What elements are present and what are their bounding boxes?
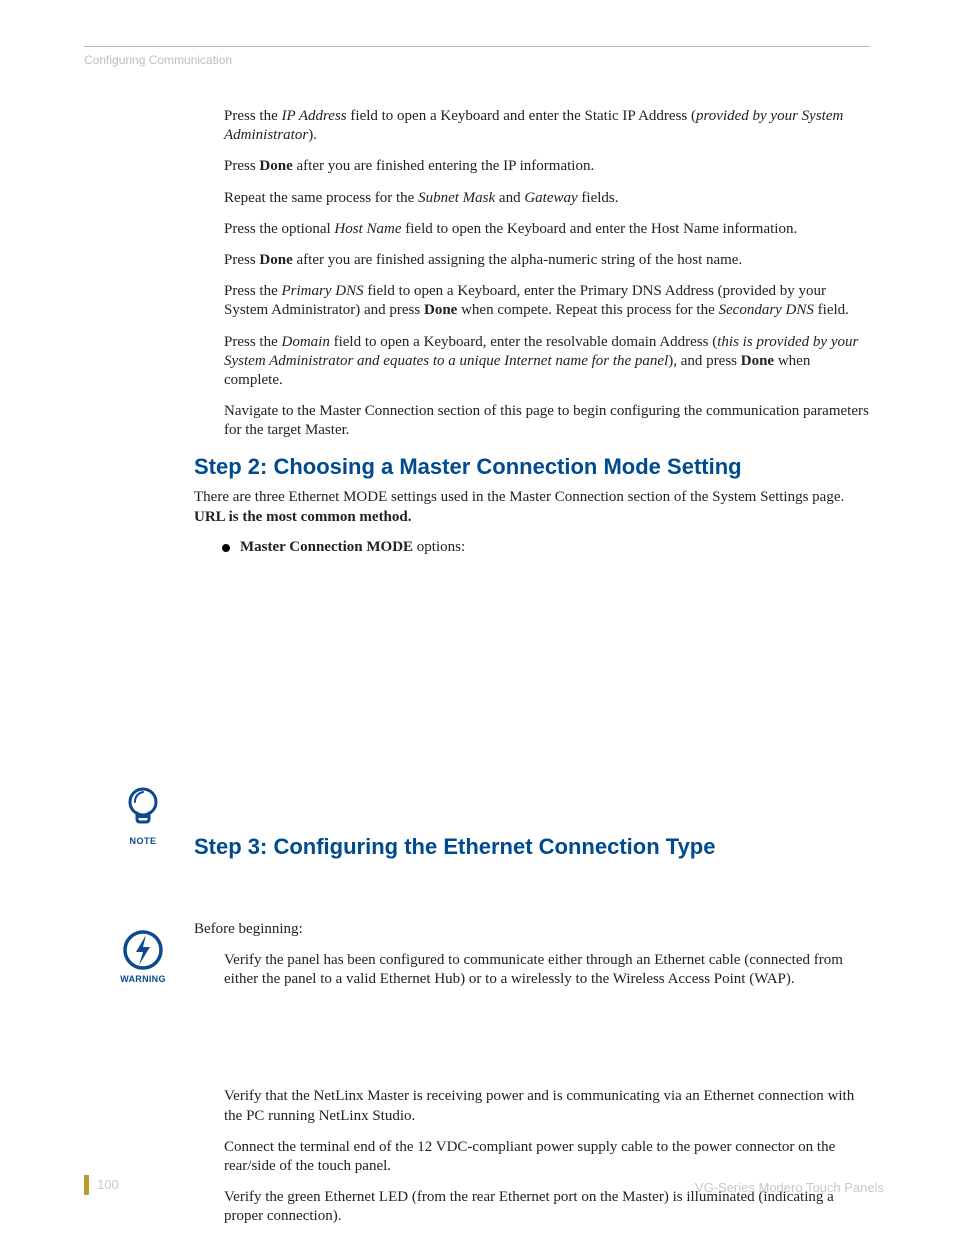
emphasis: URL is the most common method. <box>194 509 412 525</box>
text: field to open a Keyboard and enter the S… <box>347 108 696 124</box>
verify-panel: Verify the panel has been configured to … <box>224 951 870 989</box>
text: after you are finished entering the IP i… <box>293 158 594 174</box>
button-label: Done <box>741 353 774 369</box>
spacer <box>224 560 870 820</box>
field-name: Domain <box>282 334 330 350</box>
paragraph-navigate: Navigate to the Master Connection sectio… <box>224 402 870 440</box>
top-rule <box>84 46 870 47</box>
lightbulb-icon <box>123 786 163 834</box>
paragraph-done-ip: Press Done after you are finished enteri… <box>224 157 870 176</box>
step2-intro: There are three Ethernet MODE settings u… <box>194 488 870 526</box>
spacer <box>224 1001 870 1087</box>
bullet-icon <box>222 544 230 552</box>
text: fields. <box>578 190 619 206</box>
page-number: 100 <box>84 1175 119 1195</box>
bullet-text: Master Connection MODE options: <box>240 539 465 556</box>
button-label: Done <box>259 158 292 174</box>
page-footer: 100 VG-Series Modero Touch Panels <box>84 1175 884 1195</box>
paragraph-domain: Press the Domain field to open a Keyboar… <box>224 333 870 391</box>
warning-icon-block: WARNING <box>116 928 170 984</box>
bullet-item: Master Connection MODE options: <box>222 539 870 556</box>
emphasis: Master Connection MODE <box>240 539 413 555</box>
text: ). <box>308 127 317 143</box>
text: ), and press <box>668 353 740 369</box>
text: field to open the Keyboard and enter the… <box>402 221 798 237</box>
text: field to open a Keyboard, enter the reso… <box>330 334 717 350</box>
text: field. <box>814 302 849 318</box>
field-name: IP Address <box>282 108 347 124</box>
field-name: Primary DNS <box>282 283 364 299</box>
step3-body: Before beginning: <box>194 920 870 939</box>
paragraph-host-name: Press the optional Host Name field to op… <box>224 220 870 239</box>
field-name: Secondary DNS <box>719 302 814 318</box>
paragraph-done-host: Press Done after you are finished assign… <box>224 251 870 270</box>
text: and <box>495 190 524 206</box>
body-column: Press the IP Address field to open a Key… <box>224 107 870 1227</box>
connect-power: Connect the terminal end of the 12 VDC-c… <box>224 1138 870 1176</box>
paragraph-subnet-gateway: Repeat the same process for the Subnet M… <box>224 189 870 208</box>
verify-master: Verify that the NetLinx Master is receiv… <box>224 1087 870 1125</box>
step2-body: There are three Ethernet MODE settings u… <box>194 488 870 555</box>
footer-doc-title: VG-Series Modero Touch Panels <box>695 1180 884 1195</box>
paragraph-ip-address: Press the IP Address field to open a Key… <box>224 107 870 145</box>
note-icon-block: NOTE <box>116 786 170 846</box>
text: Press the <box>224 108 282 124</box>
text: Repeat the same process for the <box>224 190 418 206</box>
field-name: Gateway <box>524 190 577 206</box>
field-name: Subnet Mask <box>418 190 495 206</box>
warning-bolt-icon <box>121 928 165 972</box>
note-caption: NOTE <box>116 836 170 846</box>
text: Press the <box>224 334 282 350</box>
text: Press the optional <box>224 221 334 237</box>
text: Press the <box>224 283 282 299</box>
text: after you are finished assigning the alp… <box>293 252 742 268</box>
running-head: Configuring Communication <box>84 53 870 67</box>
paragraph-primary-dns: Press the Primary DNS field to open a Ke… <box>224 282 870 320</box>
text: Press <box>224 252 259 268</box>
warning-caption: WARNING <box>116 974 170 984</box>
text: options: <box>413 539 465 555</box>
button-label: Done <box>259 252 292 268</box>
button-label: Done <box>424 302 457 318</box>
document-page: Configuring Communication Press the IP A… <box>0 0 954 1235</box>
heading-step-3: Step 3: Configuring the Ethernet Connect… <box>194 834 870 860</box>
text: when compete. Repeat this process for th… <box>457 302 718 318</box>
heading-step-2: Step 2: Choosing a Master Connection Mod… <box>194 454 870 480</box>
field-name: Host Name <box>334 221 401 237</box>
text: There are three Ethernet MODE settings u… <box>194 489 844 505</box>
text: Press <box>224 158 259 174</box>
before-beginning: Before beginning: <box>194 920 870 939</box>
